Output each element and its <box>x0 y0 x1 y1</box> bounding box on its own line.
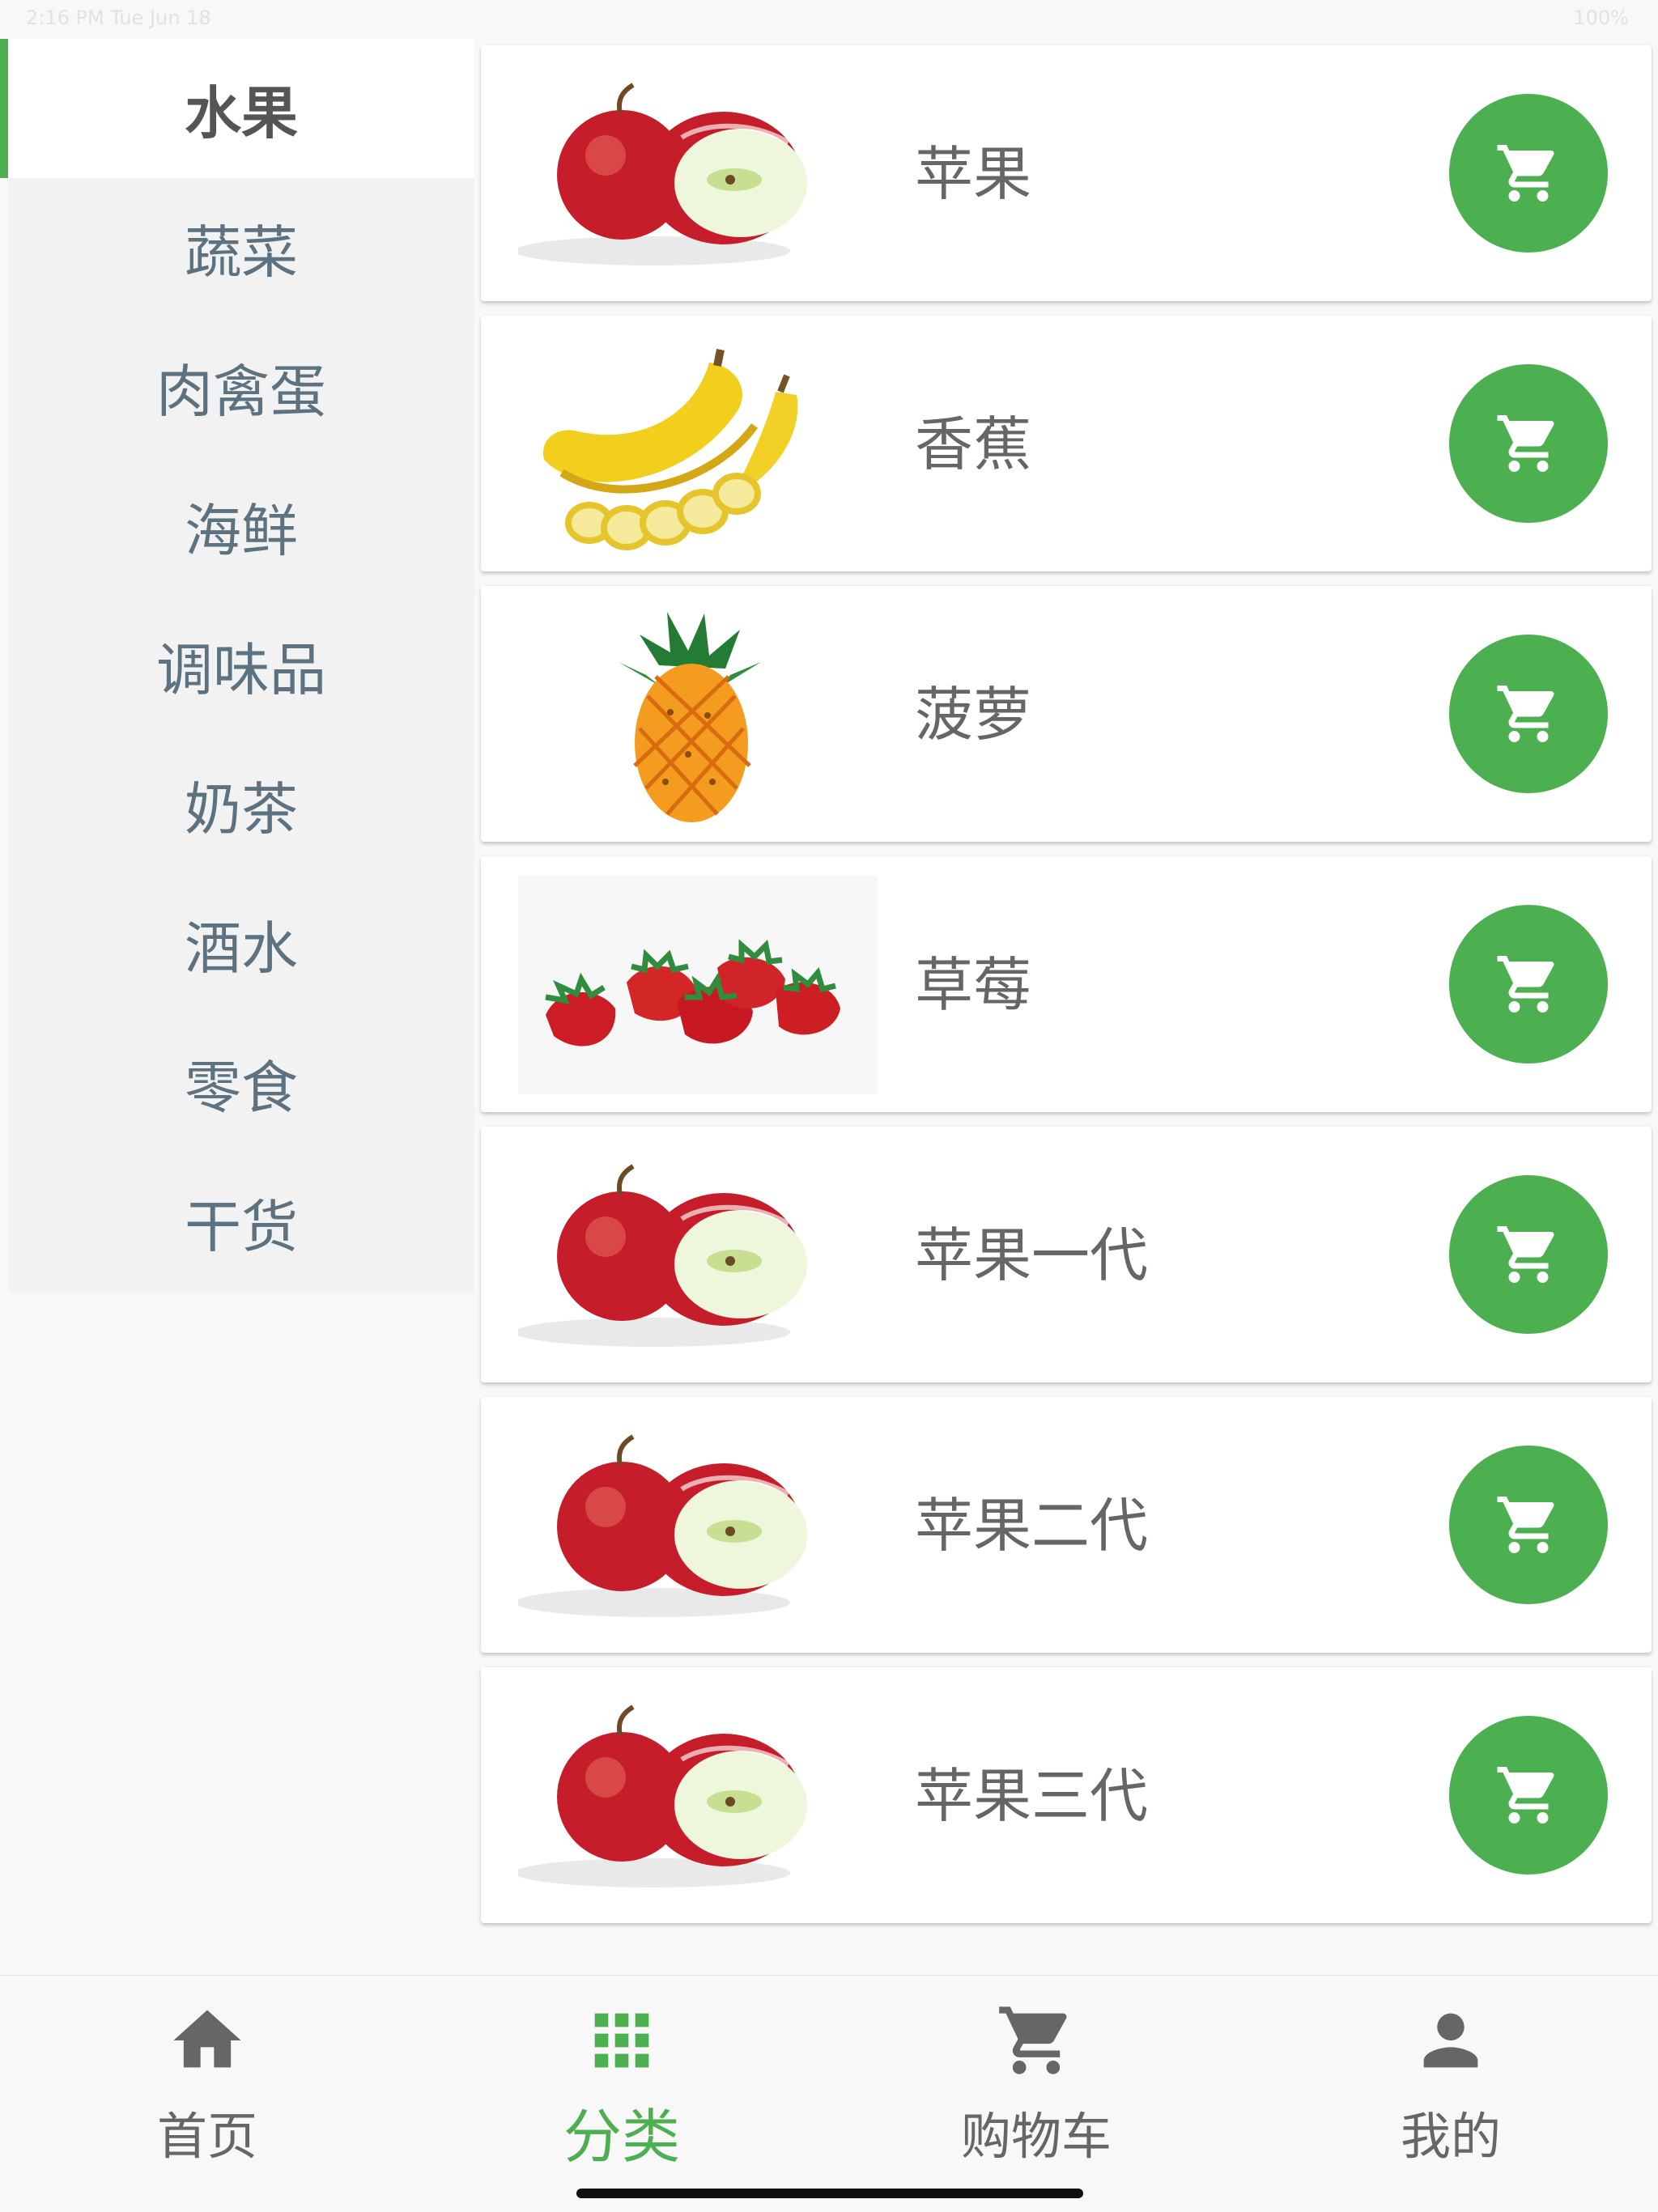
sidebar-item-label: 酒水 <box>185 915 298 982</box>
cart-icon <box>1497 145 1554 202</box>
product-name: 苹果 <box>915 140 1032 208</box>
nav-category[interactable]: 分类 <box>414 1976 829 2186</box>
sidebar-item-label: 蔬菜 <box>185 219 298 286</box>
cart-icon <box>1497 415 1554 472</box>
home-icon <box>167 2000 248 2081</box>
cart-icon <box>1497 1767 1554 1824</box>
add-to-cart-button[interactable] <box>1449 94 1608 253</box>
sidebar-item-fruit[interactable]: 水果 <box>8 39 474 178</box>
sidebar-item-label: 干货 <box>185 1193 298 1260</box>
add-to-cart-button[interactable] <box>1449 905 1608 1064</box>
nav-cart[interactable]: 购物车 <box>829 1976 1244 2186</box>
sidebar-item-milk-tea[interactable]: 奶茶 <box>8 735 474 874</box>
product-card-apple-3[interactable]: 苹果三代 <box>481 1667 1652 1923</box>
sidebar-item-label: 奶茶 <box>185 775 298 843</box>
product-card-apple-1[interactable]: 苹果一代 <box>481 1127 1652 1382</box>
nav-label: 购物车 <box>960 2107 1112 2166</box>
pineapple-image <box>518 605 878 824</box>
product-name: 苹果一代 <box>915 1221 1149 1289</box>
apple-image <box>518 1687 878 1905</box>
product-card-pineapple[interactable]: 菠萝 <box>481 586 1652 842</box>
cart-icon <box>1497 956 1554 1013</box>
sidebar-item-snacks[interactable]: 零食 <box>8 1013 474 1153</box>
sidebar-item-meat-eggs[interactable]: 肉禽蛋 <box>8 317 474 456</box>
product-name: 苹果二代 <box>915 1492 1149 1560</box>
strawberry-image <box>518 876 878 1094</box>
sidebar-item-dry-goods[interactable]: 干货 <box>8 1153 474 1292</box>
nav-label: 我的 <box>1400 2107 1501 2166</box>
nav-profile[interactable]: 我的 <box>1244 1976 1658 2186</box>
status-time: 2:16 PM Tue Jun 18 <box>26 6 211 29</box>
product-name: 菠萝 <box>915 681 1032 749</box>
nav-label: 分类 <box>563 2103 680 2171</box>
product-card-apple-2[interactable]: 苹果二代 <box>481 1397 1652 1653</box>
product-name: 苹果三代 <box>915 1762 1149 1830</box>
sidebar-item-label: 肉禽蛋 <box>156 358 326 425</box>
cart-icon <box>996 2000 1077 2081</box>
apple-image <box>518 1416 878 1635</box>
cart-icon <box>1497 1226 1554 1283</box>
sidebar-item-vegetables[interactable]: 蔬菜 <box>8 178 474 317</box>
cart-icon <box>1497 1497 1554 1553</box>
apple-image <box>518 1146 878 1365</box>
sidebar-item-label: 零食 <box>185 1054 298 1121</box>
status-bar: 2:16 PM Tue Jun 18 100% <box>0 0 1658 39</box>
add-to-cart-button[interactable] <box>1449 1446 1608 1604</box>
grid-icon <box>581 2000 662 2081</box>
sidebar-item-label: 水果 <box>185 79 298 146</box>
nav-home[interactable]: 首页 <box>0 1976 414 2186</box>
sidebar-item-drinks[interactable]: 酒水 <box>8 874 474 1013</box>
sidebar-item-seasoning[interactable]: 调味品 <box>8 596 474 735</box>
sidebar-item-label: 海鲜 <box>185 497 298 564</box>
product-card-strawberry[interactable]: 草莓 <box>481 856 1652 1112</box>
product-name: 香蕉 <box>915 410 1032 478</box>
status-battery: 100% <box>1573 6 1629 29</box>
sidebar-item-seafood[interactable]: 海鲜 <box>8 456 474 596</box>
bottom-navigation: 首页 分类 购物车 我的 <box>0 1975 1658 2212</box>
home-indicator <box>576 2189 1083 2198</box>
sidebar-item-label: 调味品 <box>156 636 326 703</box>
nav-label: 首页 <box>156 2107 257 2166</box>
cart-icon <box>1497 686 1554 742</box>
product-card-banana[interactable]: 香蕉 <box>481 316 1652 571</box>
active-category-indicator <box>0 39 8 178</box>
apple-image <box>518 65 878 283</box>
add-to-cart-button[interactable] <box>1449 1716 1608 1874</box>
product-name: 草莓 <box>915 951 1032 1019</box>
banana-image <box>518 335 878 554</box>
category-sidebar: 水果 蔬菜 肉禽蛋 海鲜 调味品 奶茶 酒水 零食 干货 <box>8 39 474 1292</box>
user-icon <box>1410 2000 1491 2081</box>
product-card-apple[interactable]: 苹果 <box>481 45 1652 301</box>
add-to-cart-button[interactable] <box>1449 1175 1608 1334</box>
add-to-cart-button[interactable] <box>1449 364 1608 523</box>
add-to-cart-button[interactable] <box>1449 635 1608 793</box>
